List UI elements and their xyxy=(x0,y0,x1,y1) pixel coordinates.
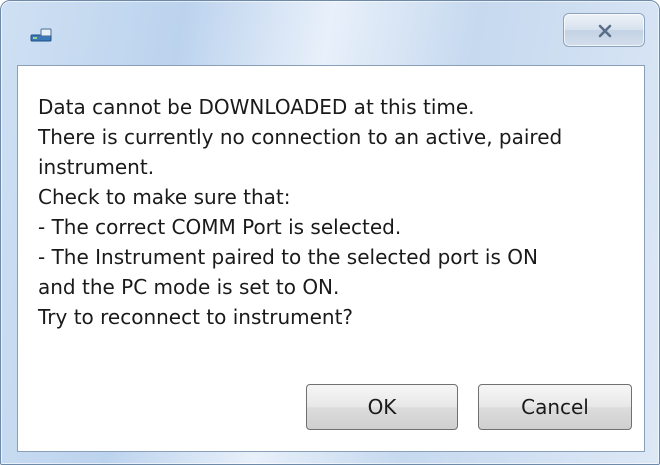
message-line: Data cannot be DOWNLOADED at this time. xyxy=(38,95,475,119)
message-line: There is currently no connection to an a… xyxy=(38,125,563,149)
message-line: Check to make sure that: xyxy=(38,185,291,209)
app-icon xyxy=(29,27,55,43)
close-button[interactable] xyxy=(563,13,645,47)
close-icon xyxy=(598,24,612,38)
ok-button[interactable]: OK xyxy=(306,384,458,430)
title-bar[interactable] xyxy=(1,1,659,65)
dialog-window: Data cannot be DOWNLOADED at this time. … xyxy=(0,0,660,465)
cancel-button[interactable]: Cancel xyxy=(478,384,632,430)
message-line: - The Instrument paired to the selected … xyxy=(38,245,538,269)
message-text: Data cannot be DOWNLOADED at this time. … xyxy=(38,92,628,332)
message-line: and the PC mode is set to ON. xyxy=(38,275,340,299)
message-line: Try to reconnect to instrument? xyxy=(38,305,354,329)
dialog-content: Data cannot be DOWNLOADED at this time. … xyxy=(17,65,645,452)
message-line: instrument. xyxy=(38,155,155,179)
message-line: - The correct COMM Port is selected. xyxy=(38,215,402,239)
